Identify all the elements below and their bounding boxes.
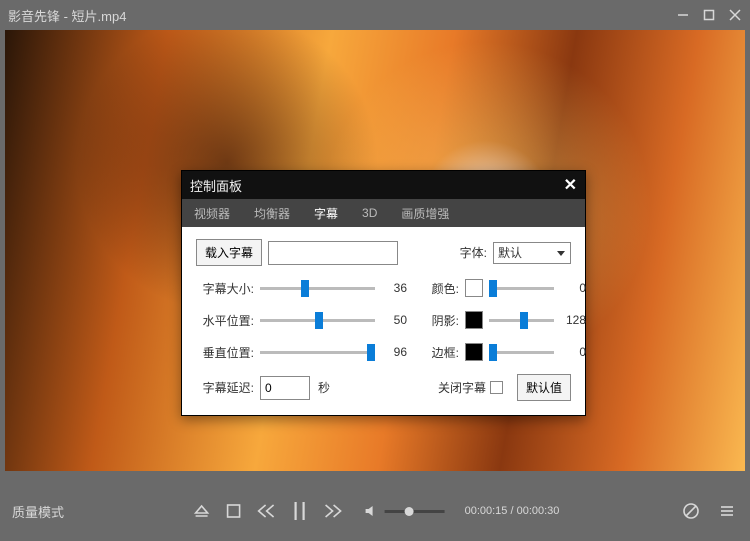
shadow-swatch[interactable] [465, 311, 483, 329]
dialog-titlebar[interactable]: 控制面板 ✕ [182, 171, 585, 199]
next-button[interactable] [323, 500, 345, 522]
minimize-button[interactable] [676, 8, 690, 22]
close-button[interactable] [728, 8, 742, 22]
tab-equalizer[interactable]: 均衡器 [242, 199, 302, 227]
vpos-value: 96 [381, 345, 407, 359]
hpos-value: 50 [381, 313, 407, 327]
window-title: 影音先锋 - 短片.mp4 [8, 6, 676, 25]
stop-button[interactable] [223, 500, 245, 522]
color-label: 颜色: [427, 280, 459, 297]
titlebar: 影音先锋 - 短片.mp4 [0, 0, 750, 30]
vpos-slider[interactable] [260, 342, 375, 362]
load-subtitle-button[interactable]: 载入字幕 [196, 239, 262, 266]
bottombar: 质量模式 00:00:15 / 00:00:30 [0, 481, 750, 541]
close-subtitle-checkbox[interactable] [490, 381, 503, 394]
border-swatch[interactable] [465, 343, 483, 361]
eject-button[interactable] [191, 500, 213, 522]
dialog-title: 控制面板 [190, 176, 564, 195]
default-button[interactable]: 默认值 [517, 374, 571, 401]
hpos-slider[interactable] [260, 310, 375, 330]
subtitle-path-input[interactable] [268, 241, 398, 265]
playback-controls: 00:00:15 / 00:00:30 [191, 500, 560, 522]
shadow-label: 阴影: [427, 312, 459, 329]
color-swatch[interactable] [465, 279, 483, 297]
dialog-body: 载入字幕 字体: 默认 字幕大小: 36 颜色: 0 [182, 227, 585, 415]
border-value: 0 [560, 345, 586, 359]
volume-slider[interactable] [385, 510, 445, 513]
size-value: 36 [381, 281, 407, 295]
disable-icon[interactable] [680, 500, 702, 522]
shadow-value: 128 [560, 313, 586, 327]
delay-input[interactable] [260, 376, 310, 400]
color-value: 0 [560, 281, 586, 295]
dialog-tabs: 视频器 均衡器 字幕 3D 画质增强 [182, 199, 585, 227]
size-label: 字幕大小: [196, 280, 254, 297]
window-buttons [676, 8, 742, 22]
maximize-button[interactable] [702, 8, 716, 22]
pause-button[interactable] [287, 500, 313, 522]
delay-unit: 秒 [318, 379, 330, 396]
size-slider[interactable] [260, 278, 375, 298]
tab-subtitle[interactable]: 字幕 [302, 199, 350, 227]
border-label: 边框: [427, 344, 459, 361]
time-display: 00:00:15 / 00:00:30 [465, 505, 560, 517]
vpos-label: 垂直位置: [196, 344, 254, 361]
shadow-slider[interactable] [489, 310, 554, 330]
hpos-label: 水平位置: [196, 312, 254, 329]
tab-video[interactable]: 视频器 [182, 199, 242, 227]
prev-button[interactable] [255, 500, 277, 522]
delay-label: 字幕延迟: [196, 379, 254, 396]
color-slider[interactable] [489, 278, 554, 298]
quality-mode-label[interactable]: 质量模式 [12, 502, 64, 521]
control-panel-dialog: 控制面板 ✕ 视频器 均衡器 字幕 3D 画质增强 载入字幕 字体: 默认 字幕… [181, 170, 586, 416]
playlist-button[interactable] [716, 500, 738, 522]
dialog-close-button[interactable]: ✕ [564, 175, 577, 195]
volume-icon[interactable] [363, 500, 379, 522]
border-slider[interactable] [489, 342, 554, 362]
font-label: 字体: [460, 244, 487, 261]
tab-enhance[interactable]: 画质增强 [389, 199, 461, 227]
tab-3d[interactable]: 3D [350, 199, 389, 227]
app-window: 影音先锋 - 短片.mp4 KK下载 www.kkx.net 控制面板 ✕ 视频… [0, 0, 750, 541]
right-controls [680, 500, 738, 522]
close-subtitle-label: 关闭字幕 [438, 379, 486, 396]
font-select[interactable]: 默认 [493, 242, 571, 264]
